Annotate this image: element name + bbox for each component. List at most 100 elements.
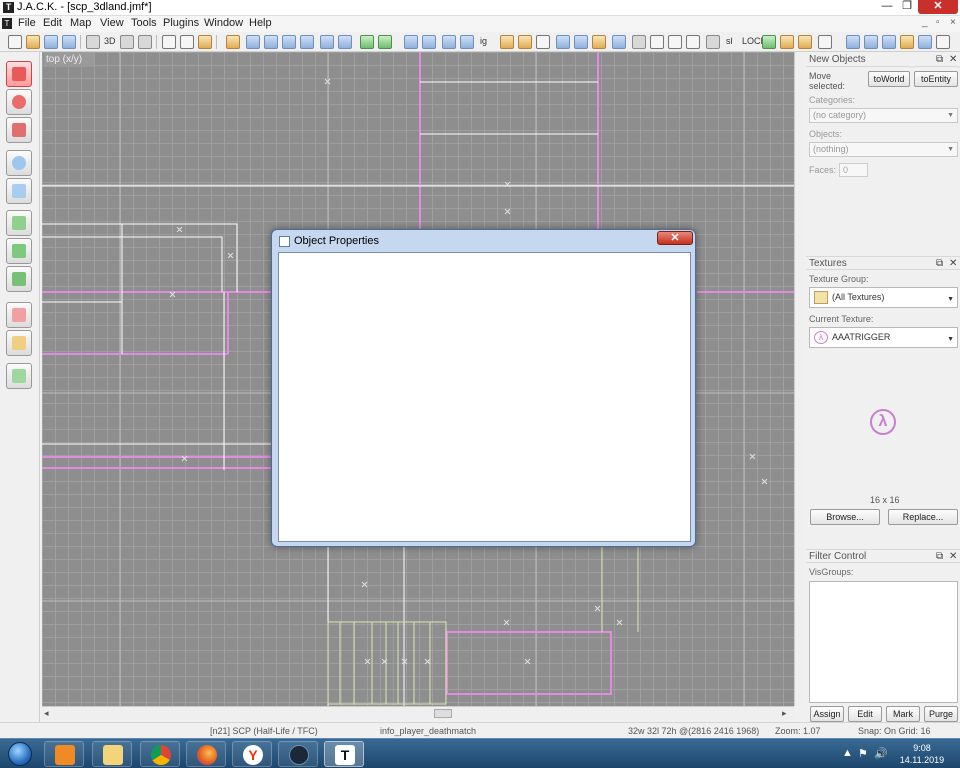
sphere-icon[interactable] [846,35,860,49]
wedge-icon[interactable] [918,35,932,49]
scale-lock-button[interactable]: sl [726,36,733,50]
view-3d-icon[interactable] [686,35,700,49]
undock-icon[interactable]: ⧉ [936,550,943,564]
arch-icon[interactable] [900,35,914,49]
current-texture-select[interactable]: λ AAATRIGGER ▼ [809,327,958,348]
camera-tool[interactable] [6,117,32,143]
apply-texture-tool[interactable] [6,238,32,264]
texture-group-select[interactable]: (All Textures) ▼ [809,287,958,308]
new-file-icon[interactable] [8,35,22,49]
show-all-icon[interactable] [536,35,550,49]
align-bottom-icon[interactable] [300,35,314,49]
menu-view[interactable]: View [100,17,124,29]
align-left-icon[interactable] [246,35,260,49]
vertex-tool[interactable] [6,330,32,356]
texture-lock-icon[interactable] [612,35,626,49]
cone-icon[interactable] [882,35,896,49]
action-center-icon[interactable]: ⚑ [858,747,868,760]
objects-select[interactable]: (nothing) ▼ [809,142,958,157]
mdi-close-icon[interactable]: × [950,17,956,28]
to-entity-icon[interactable] [556,35,570,49]
show-hidden-icons[interactable]: ▲ [842,747,853,759]
dialog-close-button[interactable]: ✕ [657,231,693,245]
to-entity-button[interactable]: toEntity [914,71,958,87]
run-map-icon[interactable] [762,35,776,49]
panel-close-icon[interactable]: ✕ [949,53,957,67]
edit-button[interactable]: Edit [848,706,882,722]
close-button[interactable]: ✕ [918,0,958,14]
path-tool[interactable] [6,363,32,389]
toggle-3d-grid-button[interactable]: 3D [104,36,116,50]
mdi-restore-icon[interactable]: ▫ [936,17,940,28]
menu-file[interactable]: File [18,17,36,29]
carve-icon[interactable] [226,35,240,49]
menu-plugins[interactable]: Plugins [163,17,199,29]
mark-button[interactable]: Mark [886,706,920,722]
maximize-button[interactable]: ❐ [898,0,916,14]
taskbar-clock[interactable]: 9:08 14.11.2019 [898,742,946,766]
scroll-left-icon[interactable]: ◂ [44,708,49,719]
purge-button[interactable]: Purge [924,706,958,722]
scroll-right-icon[interactable]: ▸ [782,708,787,719]
faces-stepper[interactable]: 0 [839,163,868,177]
document-icon[interactable]: T [2,18,12,29]
align-right-icon[interactable] [264,35,278,49]
check-problems-icon[interactable] [818,35,832,49]
menu-tools[interactable]: Tools [131,17,157,29]
firefox-task[interactable] [186,741,226,767]
texture-app-icon[interactable] [706,35,720,49]
compile-icon[interactable] [780,35,794,49]
entity-report-icon[interactable] [798,35,812,49]
open-file-icon[interactable] [26,35,40,49]
menu-help[interactable]: Help [249,17,272,29]
replace-button[interactable]: Replace... [888,509,958,525]
view-2d-icon[interactable] [668,35,682,49]
jack-app-icon[interactable]: T [3,2,14,13]
visgroups-list[interactable] [809,581,958,703]
menu-edit[interactable]: Edit [43,17,62,29]
grid-larger-icon[interactable] [138,35,152,49]
flip-horizontal-icon[interactable] [320,35,334,49]
panel-close-icon[interactable]: ✕ [949,257,957,271]
to-world-button[interactable]: toWorld [868,71,910,87]
show-objects-icon[interactable] [518,35,532,49]
save-as-icon[interactable] [62,35,76,49]
hide-objects-icon[interactable] [500,35,514,49]
mdi-minimize-icon[interactable]: _ [922,17,928,28]
menu-map[interactable]: Map [70,17,91,29]
media-player-task[interactable] [44,741,84,767]
grid-icon[interactable] [86,35,100,49]
paste-special-icon[interactable] [198,35,212,49]
categories-select[interactable]: (no category) ▼ [809,108,958,123]
texture-preview[interactable]: λ [870,409,896,435]
explorer-task[interactable] [92,741,132,767]
scrollbar-thumb[interactable] [434,709,452,718]
yandex-task[interactable]: Y [232,741,272,767]
steam-task[interactable] [278,741,318,767]
chrome-task[interactable] [140,741,180,767]
flip-vertical-icon[interactable] [338,35,352,49]
grid-smaller-icon[interactable] [120,35,134,49]
browse-button[interactable]: Browse... [810,509,880,525]
undo-icon[interactable] [360,35,374,49]
save-icon[interactable] [44,35,58,49]
paste-icon[interactable] [180,35,194,49]
undock-icon[interactable]: ⧉ [936,53,943,67]
texture-tool[interactable] [6,210,32,236]
clip-icon[interactable] [592,35,606,49]
minimize-button[interactable]: — [878,0,896,14]
start-button[interactable] [3,739,37,768]
ungroup-icon[interactable] [422,35,436,49]
clip-tool[interactable] [6,302,32,328]
cylinder-icon[interactable] [864,35,878,49]
jack-task[interactable]: T [324,741,364,767]
selection-tool[interactable] [6,61,32,87]
assign-button[interactable]: Assign [810,706,844,722]
menu-window[interactable]: Window [204,17,243,29]
volume-icon[interactable]: 🔊 [874,747,888,760]
entity-tool[interactable] [6,150,32,176]
redo-icon[interactable] [378,35,392,49]
center-view-icon[interactable] [460,35,474,49]
ignore-grouping-button[interactable]: ig [480,36,487,50]
align-top-icon[interactable] [282,35,296,49]
